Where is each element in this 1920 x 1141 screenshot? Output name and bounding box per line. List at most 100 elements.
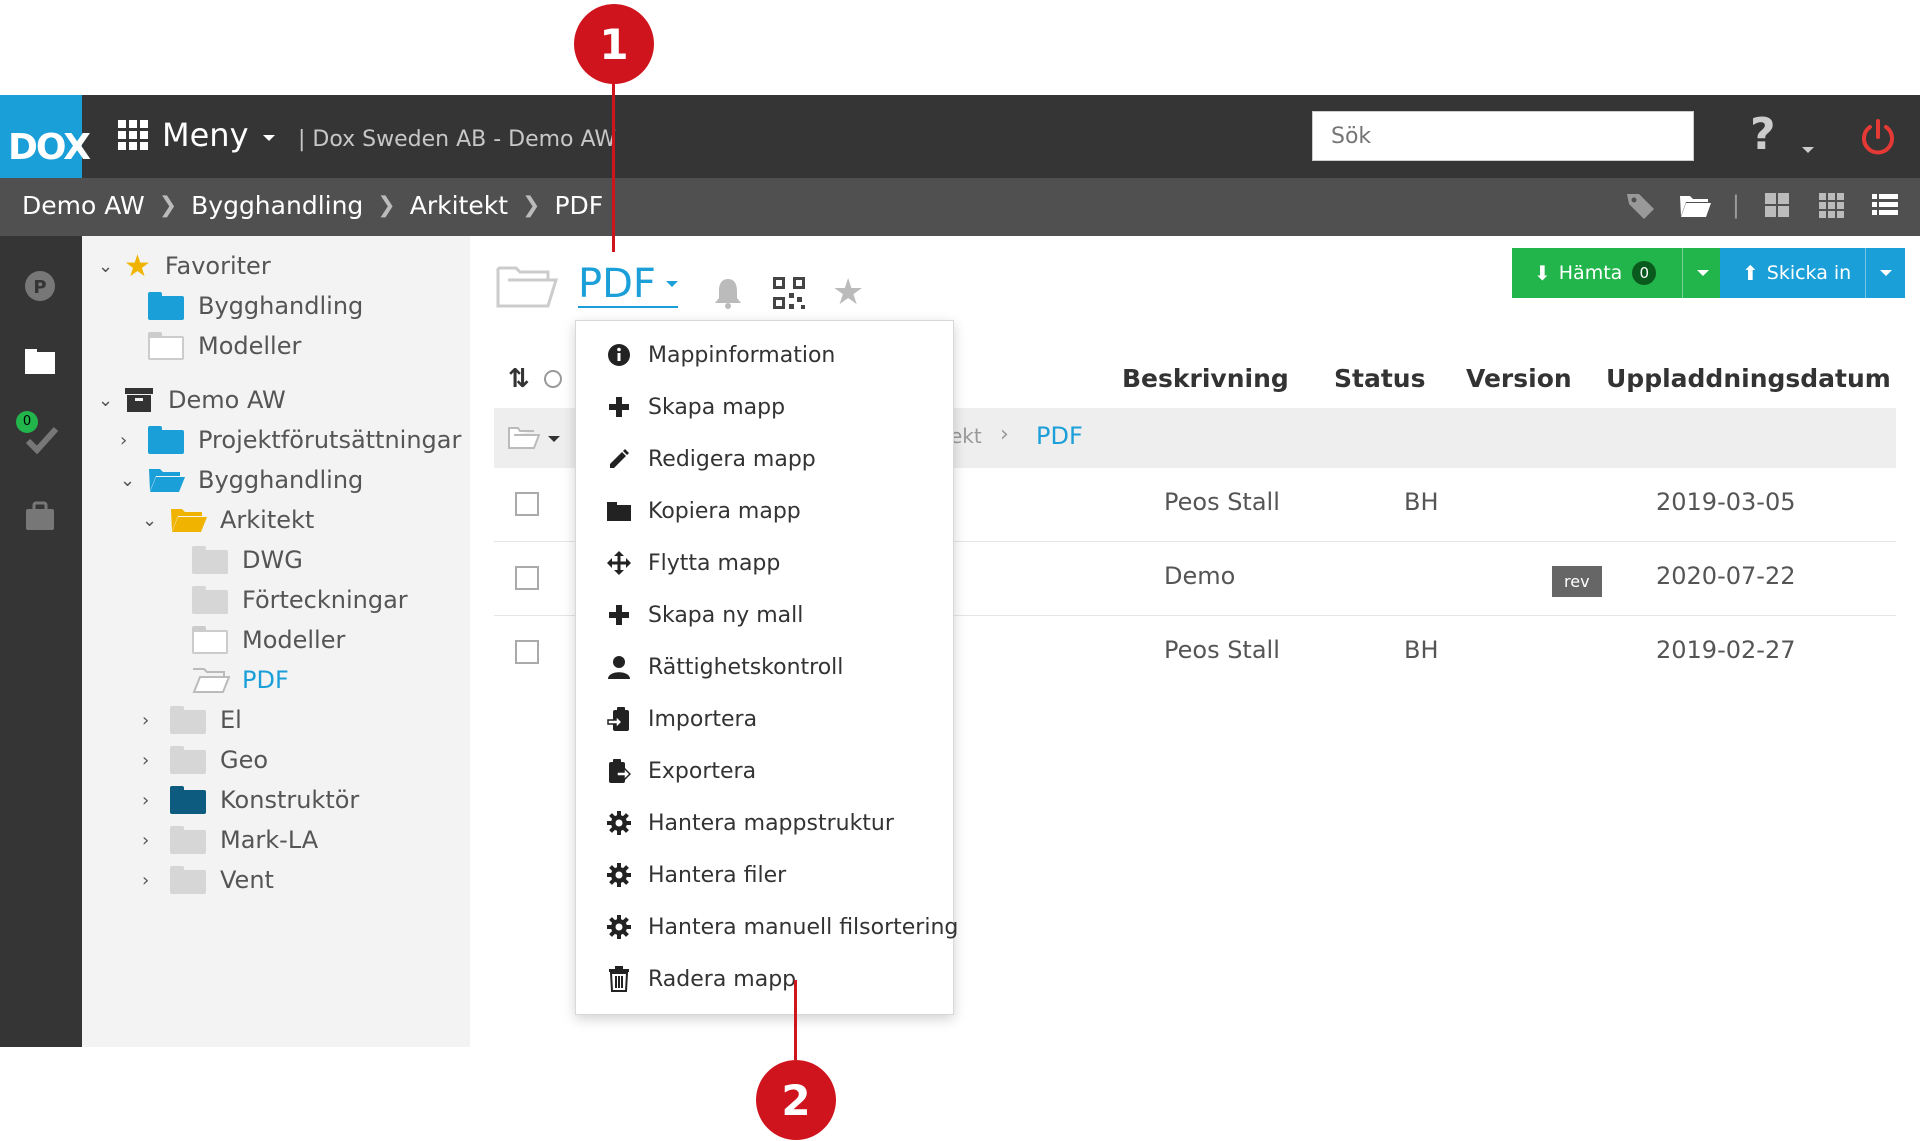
- chevron-down-icon: [1802, 147, 1814, 153]
- tree-node-bygghandling[interactable]: ⌄ Bygghandling: [120, 460, 363, 500]
- menu-button[interactable]: Meny: [118, 113, 275, 157]
- row-checkbox[interactable]: [515, 492, 539, 516]
- open-folder-icon: [192, 668, 230, 693]
- apps-grid-icon: [118, 120, 148, 150]
- chevron-right-icon: ›: [142, 829, 150, 851]
- tree-node-vent[interactable]: › Vent: [142, 860, 274, 900]
- menu-item-importera[interactable]: Importera: [606, 699, 757, 739]
- callout-2: 2: [756, 1060, 836, 1140]
- column-header-version[interactable]: Version: [1466, 364, 1572, 393]
- folder-title: PDF: [578, 261, 656, 307]
- folder-title-dropdown[interactable]: PDF: [578, 262, 678, 308]
- tree-label: Modeller: [198, 332, 302, 360]
- tree-favorite-bygghandling[interactable]: Bygghandling: [148, 286, 363, 326]
- menu-item-flytta-mapp[interactable]: Flytta mapp: [606, 543, 780, 583]
- skicka-in-button[interactable]: ⬆ Skicka in: [1720, 248, 1905, 298]
- menu-item-mappinformation[interactable]: Mappinformation: [606, 335, 835, 375]
- help-button[interactable]: ?: [1750, 109, 1814, 160]
- chevron-right-icon: ›: [142, 789, 150, 811]
- large-grid-icon[interactable]: [1760, 188, 1794, 222]
- column-header-status[interactable]: Status: [1334, 364, 1425, 393]
- icon-rail: P 0: [0, 236, 82, 1047]
- menu-item-label: Flytta mapp: [648, 550, 781, 576]
- menu-item-skapa-mapp[interactable]: Skapa mapp: [606, 387, 785, 427]
- bell-icon[interactable]: [712, 276, 744, 310]
- menu-item-kopiera-mapp[interactable]: Kopiera mapp: [606, 491, 801, 531]
- tree-node-forteckningar[interactable]: Förteckningar: [192, 580, 408, 620]
- chevron-right-icon: ›: [142, 869, 150, 891]
- menu-item-redigera-mapp[interactable]: Redigera mapp: [606, 439, 816, 479]
- power-icon[interactable]: [1858, 117, 1898, 157]
- folder-icon: [170, 826, 206, 854]
- sort-direction-icon[interactable]: [544, 370, 562, 388]
- tree-node-mark-la[interactable]: › Mark-LA: [142, 820, 318, 860]
- chevron-down-icon: ⌄: [120, 469, 136, 491]
- tree-node-pdf[interactable]: PDF: [192, 660, 289, 700]
- hamta-button[interactable]: ⬇ Hämta 0: [1512, 248, 1722, 298]
- tree-node-modeller[interactable]: Modeller: [192, 620, 345, 660]
- path-segment[interactable]: ekt: [950, 424, 982, 448]
- column-header-beskrivning[interactable]: Beskrivning: [1122, 364, 1289, 393]
- menu-item-radera-mapp[interactable]: Radera mapp: [606, 959, 796, 999]
- documents-folder-icon[interactable]: [22, 344, 58, 380]
- tree-label: El: [220, 706, 242, 734]
- tree-favorite-modeller[interactable]: Modeller: [148, 326, 301, 366]
- hamta-count-badge: 0: [1632, 261, 1657, 285]
- folder-actions-menu: Mappinformation Skapa mapp Redigera mapp…: [575, 320, 958, 1015]
- open-folder-icon[interactable]: [1678, 188, 1712, 222]
- menu-item-hantera-filer[interactable]: Hantera filer: [606, 855, 786, 895]
- breadcrumb-item[interactable]: Demo AW: [22, 191, 145, 220]
- chevron-down-icon: ⌄: [98, 389, 114, 411]
- tree-node-el[interactable]: › El: [142, 700, 242, 740]
- tree-root-demo-aw[interactable]: ⌄ Demo AW: [98, 380, 286, 420]
- star-icon[interactable]: ★: [832, 272, 864, 313]
- archive-box-icon: [125, 388, 153, 412]
- tree-node-geo[interactable]: › Geo: [142, 740, 268, 780]
- search-input[interactable]: [1312, 111, 1694, 161]
- dox-logo[interactable]: DOX: [0, 95, 91, 178]
- tree-node-arkitekt[interactable]: ⌄ Arkitekt: [142, 500, 314, 540]
- tree-label: Vent: [220, 866, 274, 894]
- menu-item-label: Skapa ny mall: [648, 602, 804, 628]
- row-checkbox[interactable]: [515, 566, 539, 590]
- qr-code-icon[interactable]: [772, 276, 806, 310]
- tree-label: Förteckningar: [242, 586, 408, 614]
- list-view-icon[interactable]: [1868, 188, 1902, 222]
- folder-icon: [192, 626, 228, 654]
- small-grid-icon[interactable]: [1814, 188, 1848, 222]
- menu-label: Meny: [162, 116, 249, 154]
- p-circle-icon[interactable]: P: [22, 268, 58, 304]
- folder-icon: [148, 332, 184, 360]
- hamta-label: Hämta: [1558, 262, 1623, 284]
- tags-icon[interactable]: [1624, 188, 1658, 222]
- column-header-uppladdningsdatum[interactable]: Uppladdningsdatum: [1606, 364, 1891, 393]
- menu-item-hantera-manuell-filsortering[interactable]: Hantera manuell filsortering: [606, 907, 958, 947]
- tree-node-projektforutsattningar[interactable]: › Projektförutsättningar: [120, 420, 461, 460]
- open-folder-icon: [508, 427, 540, 449]
- cell-datum: 2019-03-05: [1656, 488, 1796, 516]
- tree-favorites[interactable]: ⌄ ★ Favoriter: [98, 246, 271, 286]
- path-current[interactable]: PDF: [1036, 422, 1083, 450]
- row-checkbox[interactable]: [515, 640, 539, 664]
- chevron-down-icon[interactable]: [548, 436, 560, 442]
- breadcrumb-item[interactable]: Bygghandling: [191, 191, 363, 220]
- tree-node-dwg[interactable]: DWG: [192, 540, 303, 580]
- menu-item-rattighetskontroll[interactable]: Rättighetskontroll: [606, 647, 843, 687]
- folder-icon: [170, 706, 206, 734]
- hamta-split-toggle[interactable]: [1682, 248, 1722, 298]
- sort-icon[interactable]: ⇅: [508, 364, 530, 394]
- breadcrumb-item[interactable]: Arkitekt: [410, 191, 508, 220]
- menu-item-skapa-ny-mall[interactable]: Skapa ny mall: [606, 595, 803, 635]
- menu-item-exportera[interactable]: Exportera: [606, 751, 756, 791]
- tree-node-konstruktor[interactable]: › Konstruktör: [142, 780, 359, 820]
- briefcase-icon[interactable]: [22, 498, 58, 534]
- skicka-split-toggle[interactable]: [1865, 248, 1905, 298]
- tree-label: Geo: [220, 746, 269, 774]
- menu-item-label: Rättighetskontroll: [648, 654, 844, 680]
- menu-item-hantera-mappstruktur[interactable]: Hantera mappstruktur: [606, 803, 894, 843]
- breadcrumb-item[interactable]: PDF: [554, 191, 603, 220]
- tree-label: Bygghandling: [198, 466, 364, 494]
- menu-item-label: Radera mapp: [648, 966, 797, 992]
- cell-status: BH: [1404, 636, 1439, 664]
- todo-item[interactable]: 0: [16, 411, 62, 459]
